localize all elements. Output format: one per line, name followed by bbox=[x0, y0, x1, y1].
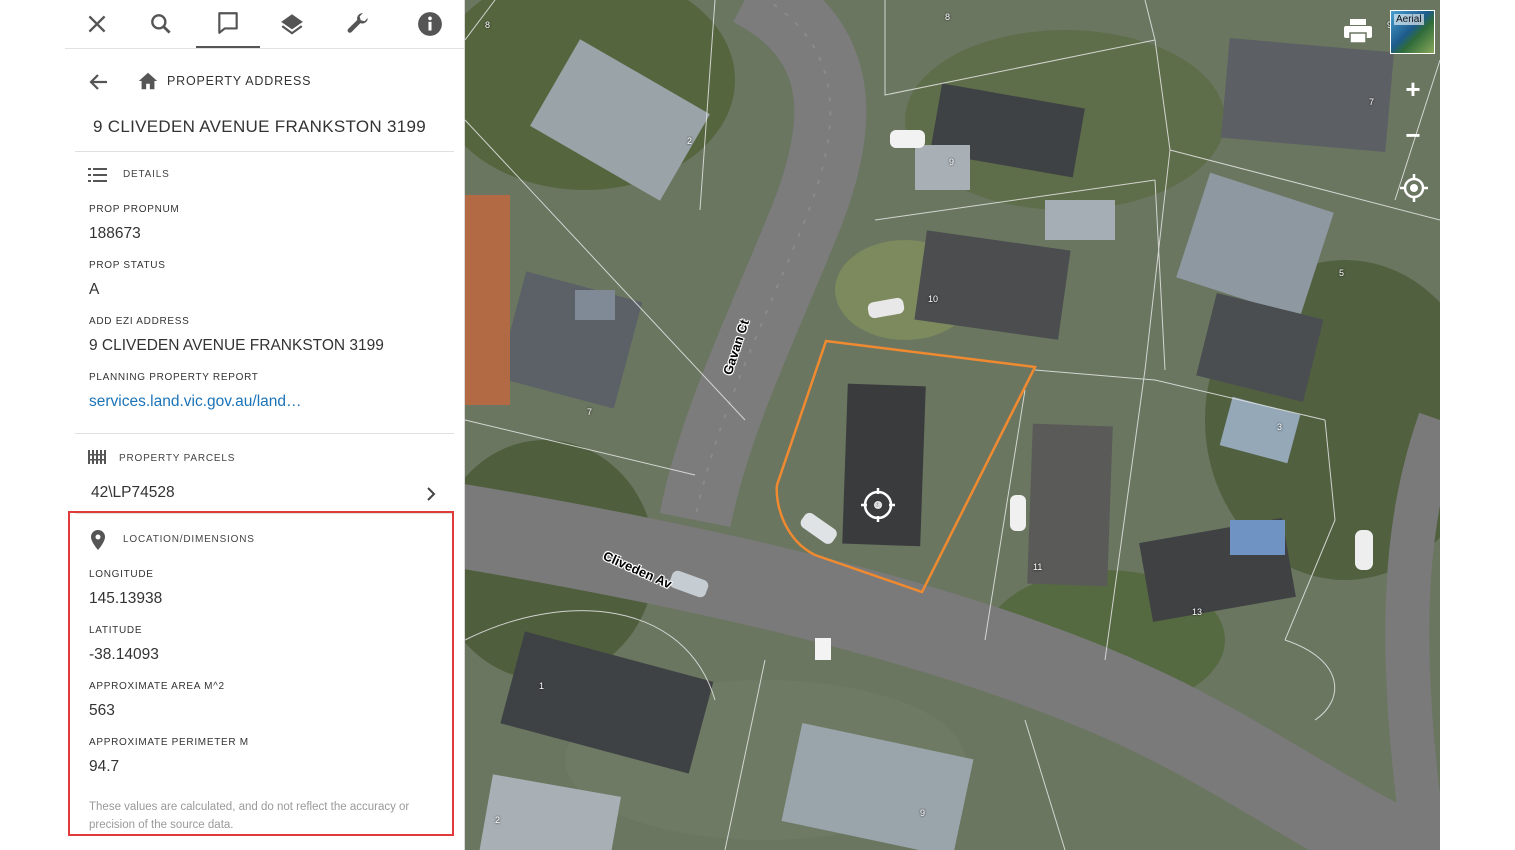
field-value-longitude: 145.13938 bbox=[89, 590, 163, 607]
parcels-card: PROPERTY PARCELS 42\LP74528 bbox=[75, 433, 454, 512]
results-button[interactable] bbox=[196, 0, 260, 48]
field-value-ezi-address: 9 CLIVEDEN AVENUE FRANKSTON 3199 bbox=[89, 337, 384, 354]
lot-number: 11 bbox=[1033, 562, 1043, 572]
panel-header: PROPERTY ADDRESS bbox=[65, 58, 464, 104]
field-label-area: APPROXIMATE AREA M^2 bbox=[89, 681, 225, 692]
basemap-toggle[interactable]: Aerial bbox=[1390, 10, 1435, 54]
accuracy-disclaimer: These values are calculated, and do not … bbox=[89, 801, 410, 831]
layers-icon bbox=[281, 14, 303, 35]
parcels-section-title: PROPERTY PARCELS bbox=[119, 453, 236, 464]
search-icon bbox=[151, 14, 171, 34]
parcel-id: 42\LP74528 bbox=[91, 484, 175, 501]
field-value-latitude: -38.14093 bbox=[89, 646, 159, 663]
list-icon bbox=[88, 168, 107, 182]
zoom-in-button[interactable]: + bbox=[1395, 72, 1431, 106]
field-value-perimeter: 94.7 bbox=[89, 758, 120, 775]
aerial-imagery bbox=[465, 0, 1440, 850]
comment-icon bbox=[218, 12, 238, 34]
home-icon bbox=[138, 72, 158, 90]
locate-me-button[interactable] bbox=[1396, 170, 1432, 206]
zoom-out-button[interactable]: − bbox=[1395, 118, 1431, 152]
lot-number: 8 bbox=[945, 12, 951, 22]
tools-button[interactable] bbox=[326, 0, 390, 48]
panel-header-label: PROPERTY ADDRESS bbox=[167, 74, 312, 88]
lot-number: 3 bbox=[1277, 422, 1283, 432]
field-label-latitude: LATITUDE bbox=[89, 625, 143, 636]
layers-button[interactable] bbox=[260, 0, 324, 48]
lot-number: 2 bbox=[495, 815, 501, 825]
lot-number: 2 bbox=[687, 136, 693, 146]
side-panel: PROPERTY ADDRESS 9 CLIVEDEN AVENUE FRANK… bbox=[65, 0, 465, 850]
close-icon bbox=[88, 15, 106, 33]
fence-icon bbox=[88, 450, 106, 464]
lot-number: 9 bbox=[875, 500, 881, 510]
lot-number: 8 bbox=[485, 20, 491, 30]
lot-number: 7 bbox=[587, 407, 593, 417]
details-card: DETAILS PROP PROPNUM 188673 PROP STATUS … bbox=[75, 151, 454, 432]
lot-number: 7 bbox=[1369, 97, 1375, 107]
close-button[interactable] bbox=[65, 0, 129, 48]
aerial-map[interactable]: Gavan Ct Cliveden Av 8 2 9 7 10 9 5 3 7 … bbox=[465, 0, 1440, 850]
lot-number: 13 bbox=[1192, 607, 1203, 617]
crosshair-icon bbox=[1400, 174, 1428, 202]
panel-toolbar bbox=[65, 0, 464, 49]
field-value-area: 563 bbox=[89, 702, 115, 719]
wrench-icon bbox=[347, 13, 368, 33]
parcel-list-item[interactable]: 42\LP74528 bbox=[75, 478, 454, 508]
printer-icon bbox=[1344, 19, 1372, 44]
chevron-right-icon bbox=[427, 487, 436, 501]
field-value-prop-status: A bbox=[89, 281, 100, 298]
back-arrow-icon[interactable] bbox=[87, 70, 111, 94]
print-button[interactable] bbox=[1341, 16, 1375, 46]
lot-number: 9 bbox=[920, 808, 926, 818]
field-value-prop-propnum: 188673 bbox=[89, 225, 141, 242]
search-button[interactable] bbox=[129, 0, 193, 48]
lot-number: 1 bbox=[539, 681, 545, 691]
field-label-ezi-address: ADD EZI ADDRESS bbox=[89, 316, 190, 327]
location-pin-icon bbox=[91, 530, 105, 550]
field-label-longitude: LONGITUDE bbox=[89, 569, 154, 580]
field-label-prop-propnum: PROP PROPNUM bbox=[89, 204, 180, 215]
lot-number: 10 bbox=[928, 294, 939, 304]
field-label-planning-report: PLANNING PROPERTY REPORT bbox=[89, 372, 259, 383]
location-section-title: LOCATION/DIMENSIONS bbox=[123, 534, 255, 545]
basemap-label: Aerial bbox=[1394, 14, 1424, 25]
details-section-title: DETAILS bbox=[123, 169, 170, 180]
lot-number: 9 bbox=[949, 157, 955, 167]
property-address-title: 9 CLIVEDEN AVENUE FRANKSTON 3199 bbox=[93, 117, 427, 136]
location-dimensions-card: LOCATION/DIMENSIONS LONGITUDE 145.13938 … bbox=[75, 513, 454, 844]
planning-report-link[interactable]: services.land.vic.gov.au/land… bbox=[89, 393, 302, 411]
info-button[interactable] bbox=[398, 0, 462, 48]
field-label-perimeter: APPROXIMATE PERIMETER M bbox=[89, 737, 249, 748]
info-icon bbox=[418, 12, 442, 36]
field-label-prop-status: PROP STATUS bbox=[89, 260, 166, 271]
lot-number: 5 bbox=[1339, 268, 1345, 278]
